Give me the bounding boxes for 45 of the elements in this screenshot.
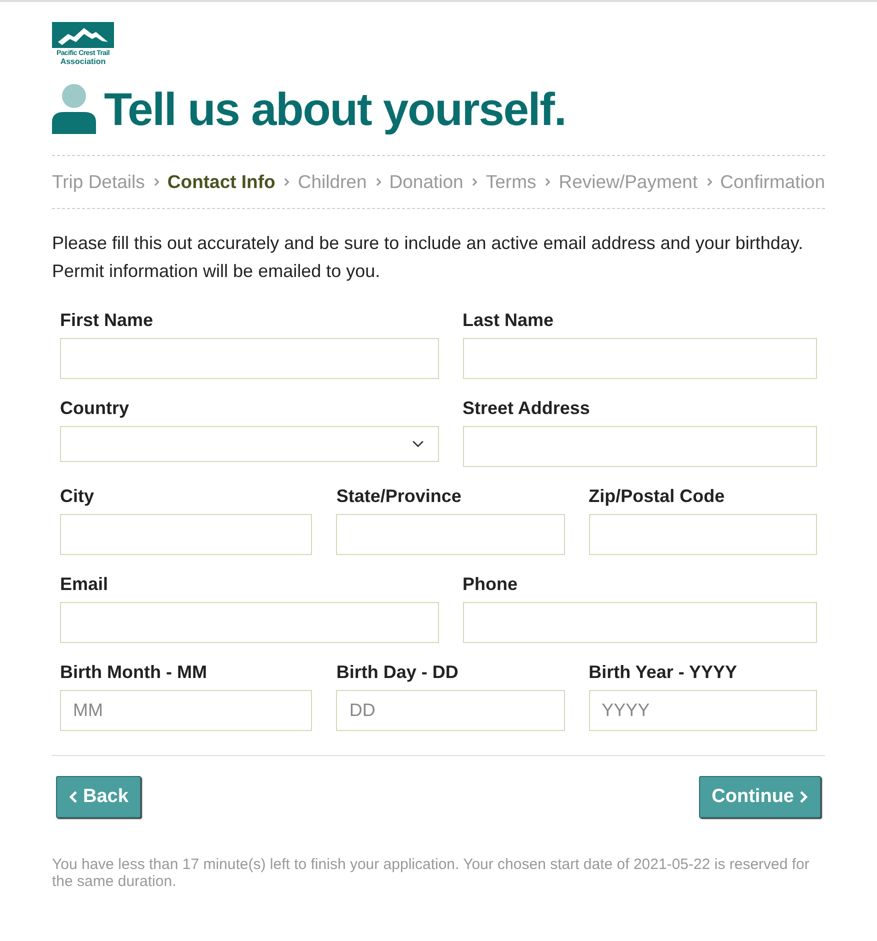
progress-step[interactable]: Confirmation	[720, 168, 826, 196]
chevron-icon	[706, 176, 712, 188]
field-label: City	[60, 484, 96, 508]
field-label: Last Name	[462, 308, 555, 332]
progress-step[interactable]: Terms	[486, 168, 536, 196]
field-label: Birth Year - YYYY	[588, 660, 738, 684]
country-select[interactable]	[60, 426, 438, 462]
person-icon	[52, 84, 96, 134]
progress-step[interactable]: Trip Details	[52, 168, 145, 196]
input-field[interactable]	[462, 338, 817, 379]
field-label: Street Address	[462, 396, 591, 420]
input-field[interactable]	[60, 338, 438, 379]
input-field[interactable]	[588, 514, 817, 555]
field-label: First Name	[60, 308, 154, 332]
input-field[interactable]: DD	[336, 690, 565, 731]
field-label: Birth Month - MM	[60, 660, 208, 684]
input-field[interactable]	[462, 426, 817, 467]
timer-notice: You have less than 17 minute(s) left to finish your application. Your chosen start date of 2021-05-22 is reserved for the same duration.	[52, 856, 810, 890]
input-field[interactable]	[60, 602, 438, 643]
progress-step[interactable]: Review/Payment	[558, 168, 698, 196]
input-field[interactable]: YYYY	[588, 690, 817, 731]
chevron-icon	[798, 790, 808, 803]
back-button[interactable]: Back	[56, 776, 142, 818]
field-label: State/Province	[336, 484, 462, 508]
input-field[interactable]: MM	[60, 690, 312, 731]
input-field[interactable]	[336, 514, 565, 555]
intro-text: Please fill this out accurately and be sure to include an active email address and your birthday. Permit information will be emailed to you.	[52, 232, 804, 283]
progress-step[interactable]: Children	[298, 168, 367, 196]
progress-step[interactable]: Contact Info	[167, 168, 276, 196]
field-label: Zip/Postal Code	[588, 484, 726, 508]
chevron-icon	[544, 176, 551, 188]
field-label: Email	[60, 572, 110, 596]
chevron-icon	[374, 176, 382, 188]
page-title: Tell us about yourself.	[104, 82, 566, 137]
chevron-icon	[152, 176, 160, 188]
input-field[interactable]	[462, 602, 817, 643]
field-label: Birth Day - DD	[336, 660, 460, 684]
input-field[interactable]	[60, 514, 312, 555]
chevron-icon	[69, 790, 79, 803]
field-label: Country	[60, 396, 130, 420]
continue-button[interactable]: Continue	[698, 776, 821, 818]
progress-step[interactable]: Donation	[389, 168, 464, 196]
field-label: Phone	[462, 572, 519, 596]
chevron-icon	[283, 176, 290, 188]
chevron-icon	[471, 176, 478, 188]
